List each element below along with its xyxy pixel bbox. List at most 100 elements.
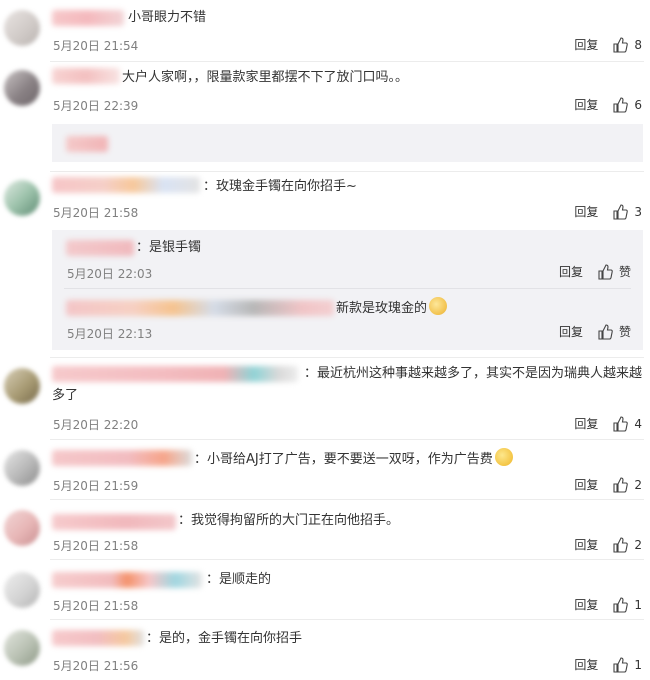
reply-time: 5月20日 22:13 (67, 327, 153, 341)
comment-item: 小哥眼力不错 5月20日 21:54 回复 8 (0, 0, 650, 62)
reply-button[interactable]: 回复 (574, 203, 598, 220)
avatar[interactable] (4, 572, 40, 608)
reply-actions: 回复 赞 (559, 263, 631, 280)
like-button[interactable]: 赞 (597, 323, 631, 340)
divider (64, 288, 631, 289)
like-button[interactable]: 1 (612, 596, 642, 613)
reply-preview-box[interactable] (52, 124, 643, 162)
like-count: 2 (634, 537, 642, 552)
reply-button[interactable]: 回复 (574, 656, 598, 673)
comment-item: ：是的，金手镯在向你招手 5月20日 21:56 回复 1 (0, 620, 650, 680)
comment-time: 5月20日 22:39 (53, 99, 139, 113)
comment-time: 5月20日 21:54 (53, 39, 139, 53)
comment-text: ：小哥给AJ打了广告，要不要送一双呀，作为广告费 (194, 448, 513, 471)
thumb-up-icon (613, 656, 629, 673)
like-count: 8 (634, 37, 642, 52)
like-button[interactable]: 1 (612, 656, 642, 673)
like-count: 6 (634, 97, 642, 112)
thumb-up-icon (613, 96, 629, 113)
avatar[interactable] (4, 70, 40, 106)
like-count: 4 (634, 416, 642, 431)
comment-time: 5月20日 21:58 (53, 206, 139, 220)
comment-item: ：小哥给AJ打了广告，要不要送一双呀，作为广告费 5月20日 21:59 回复 … (0, 440, 650, 500)
reply-preview-blurred (66, 136, 108, 152)
thumb-up-icon (613, 596, 629, 613)
comment-actions: 回复 8 (574, 36, 642, 53)
username-blurred[interactable] (52, 514, 176, 530)
reply-button[interactable]: 回复 (574, 596, 598, 613)
thumb-up-icon (598, 263, 613, 280)
thumb-up-icon (598, 323, 613, 340)
avatar[interactable] (4, 510, 40, 546)
comment-item: 大户人家啊，，限量款家里都摆不下了放门口吗。。 5月20日 22:39 回复 6 (0, 62, 650, 172)
like-button[interactable]: 3 (612, 203, 642, 220)
like-label: 赞 (618, 325, 631, 339)
comment-text: 大户人家啊，，限量款家里都摆不下了放门口吗。。 (122, 70, 409, 85)
avatar[interactable] (4, 10, 40, 46)
like-count: 1 (634, 597, 642, 612)
comment-actions: 回复 6 (574, 96, 642, 113)
like-button[interactable]: 8 (612, 36, 642, 53)
reply-username-blurred[interactable] (66, 240, 134, 256)
comment-text: ：我觉得拘留所的大门正在向他招手。 (178, 513, 400, 528)
comment-time: 5月20日 21:58 (53, 599, 139, 613)
comment-text: 小哥眼力不错 (128, 10, 207, 25)
reply-button[interactable]: 回复 (574, 415, 598, 432)
like-button[interactable]: 4 (612, 415, 642, 432)
reply-button[interactable]: 回复 (574, 476, 598, 493)
comment-item: ：我觉得拘留所的大门正在向他招手。 5月20日 21:58 回复 2 (0, 500, 650, 560)
reply-username-blurred[interactable] (66, 300, 334, 316)
avatar[interactable] (4, 630, 40, 666)
like-count: 1 (634, 657, 642, 672)
laughing-crying-emoji-icon (494, 448, 513, 466)
reply-button[interactable]: 回复 (559, 323, 583, 340)
thumb-up-icon (613, 476, 629, 493)
reply-time: 5月20日 22:03 (67, 267, 153, 281)
doge-emoji-icon (429, 297, 448, 315)
comment-actions: 回复 3 (574, 203, 642, 220)
username-blurred[interactable] (52, 10, 124, 26)
reply-text: 新款是玫瑰金的 (336, 297, 448, 320)
thumb-up-icon (613, 536, 629, 553)
comment-text: ：是的，金手镯在向你招手 (146, 631, 303, 646)
reply-text: ：是银手镯 (136, 240, 202, 255)
comment-text: ：最近杭州这种事越来越多了，其实不是因为瑞典人越来越多了 (52, 366, 643, 403)
username-blurred[interactable] (52, 177, 200, 193)
comment-text-content: ：小哥给AJ打了广告，要不要送一双呀，作为广告费 (194, 452, 493, 467)
thumb-up-icon (613, 36, 629, 53)
like-label: 赞 (618, 265, 631, 279)
avatar[interactable] (4, 180, 40, 216)
reply-button[interactable]: 回复 (574, 536, 598, 553)
comment-list: 小哥眼力不错 5月20日 21:54 回复 8 大户人家啊，，限量款家里都摆不下… (0, 0, 650, 680)
comment-time: 5月20日 21:59 (53, 479, 139, 493)
reply-button[interactable]: 回复 (574, 96, 598, 113)
comment-item: ：玫瑰金手镯在向你招手~ 5月20日 21:58 回复 3 ：是银手镯 5月20… (0, 172, 650, 358)
avatar[interactable] (4, 450, 40, 486)
reply-actions: 回复 赞 (559, 323, 631, 340)
thumb-up-icon (613, 203, 629, 220)
like-button[interactable]: 2 (612, 476, 642, 493)
comment-actions: 回复 4 (574, 415, 642, 432)
like-button[interactable]: 6 (612, 96, 642, 113)
like-count: 2 (634, 477, 642, 492)
avatar[interactable] (4, 368, 40, 404)
like-count: 3 (634, 204, 642, 219)
comment-item: ：是顺走的 5月20日 21:58 回复 1 (0, 560, 650, 620)
like-button[interactable]: 2 (612, 536, 642, 553)
username-blurred[interactable] (52, 572, 202, 588)
comment-text: ：玫瑰金手镯在向你招手~ (203, 179, 357, 194)
reply-text-content: 新款是玫瑰金的 (336, 301, 428, 316)
reply-button[interactable]: 回复 (559, 263, 583, 280)
reply-list: ：是银手镯 5月20日 22:03 回复 赞 新款是玫瑰金的 5月20日 22:… (52, 230, 643, 350)
like-button[interactable]: 赞 (597, 263, 631, 280)
comment-time: 5月20日 22:20 (53, 418, 139, 432)
username-blurred[interactable] (52, 630, 144, 646)
comment-actions: 回复 1 (574, 656, 642, 673)
username-blurred[interactable] (52, 450, 192, 466)
comment-actions: 回复 2 (574, 536, 642, 553)
comment-item: ：最近杭州这种事越来越多了，其实不是因为瑞典人越来越多了 5月20日 22:20… (0, 358, 650, 440)
username-blurred[interactable] (52, 68, 120, 84)
reply-button[interactable]: 回复 (574, 36, 598, 53)
comment-actions: 回复 2 (574, 476, 642, 493)
comment-time: 5月20日 21:56 (53, 659, 139, 673)
